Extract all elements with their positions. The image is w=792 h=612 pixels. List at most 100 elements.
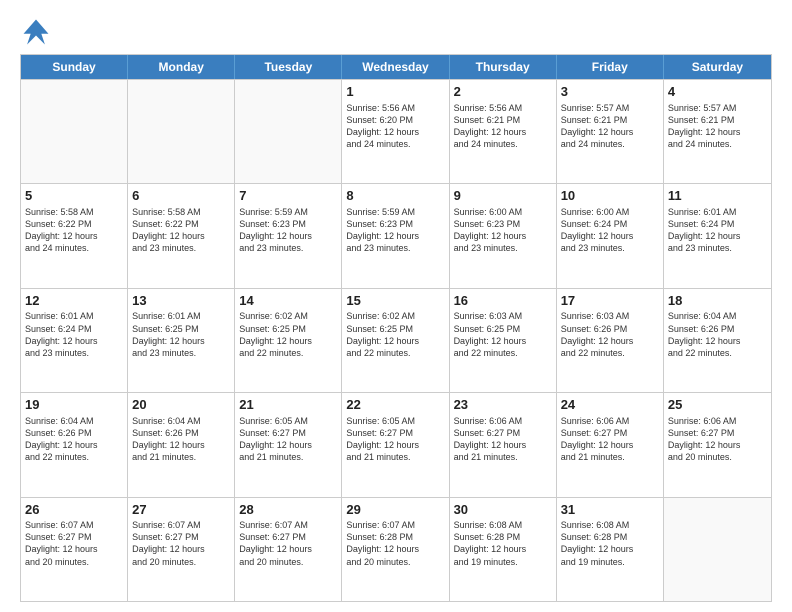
day-number: 6	[132, 187, 230, 205]
day-cell-24: 24Sunrise: 6:06 AM Sunset: 6:27 PM Dayli…	[557, 393, 664, 496]
logo-icon	[20, 16, 52, 48]
day-cell-17: 17Sunrise: 6:03 AM Sunset: 6:26 PM Dayli…	[557, 289, 664, 392]
day-info: Sunrise: 6:02 AM Sunset: 6:25 PM Dayligh…	[346, 310, 444, 359]
day-cell-25: 25Sunrise: 6:06 AM Sunset: 6:27 PM Dayli…	[664, 393, 771, 496]
day-info: Sunrise: 6:08 AM Sunset: 6:28 PM Dayligh…	[561, 519, 659, 568]
day-cell-5: 5Sunrise: 5:58 AM Sunset: 6:22 PM Daylig…	[21, 184, 128, 287]
week-row-4: 19Sunrise: 6:04 AM Sunset: 6:26 PM Dayli…	[21, 392, 771, 496]
day-info: Sunrise: 6:04 AM Sunset: 6:26 PM Dayligh…	[25, 415, 123, 464]
day-number: 29	[346, 501, 444, 519]
header-cell-friday: Friday	[557, 55, 664, 79]
day-info: Sunrise: 5:59 AM Sunset: 6:23 PM Dayligh…	[239, 206, 337, 255]
calendar-header: SundayMondayTuesdayWednesdayThursdayFrid…	[21, 55, 771, 79]
day-number: 30	[454, 501, 552, 519]
day-info: Sunrise: 6:08 AM Sunset: 6:28 PM Dayligh…	[454, 519, 552, 568]
day-cell-23: 23Sunrise: 6:06 AM Sunset: 6:27 PM Dayli…	[450, 393, 557, 496]
day-info: Sunrise: 6:07 AM Sunset: 6:27 PM Dayligh…	[239, 519, 337, 568]
header-cell-saturday: Saturday	[664, 55, 771, 79]
day-cell-19: 19Sunrise: 6:04 AM Sunset: 6:26 PM Dayli…	[21, 393, 128, 496]
header-cell-monday: Monday	[128, 55, 235, 79]
week-row-3: 12Sunrise: 6:01 AM Sunset: 6:24 PM Dayli…	[21, 288, 771, 392]
day-number: 31	[561, 501, 659, 519]
day-number: 11	[668, 187, 767, 205]
day-number: 22	[346, 396, 444, 414]
calendar-body: 1Sunrise: 5:56 AM Sunset: 6:20 PM Daylig…	[21, 79, 771, 601]
day-number: 3	[561, 83, 659, 101]
day-number: 13	[132, 292, 230, 310]
day-number: 28	[239, 501, 337, 519]
day-number: 14	[239, 292, 337, 310]
day-info: Sunrise: 5:57 AM Sunset: 6:21 PM Dayligh…	[668, 102, 767, 151]
day-number: 7	[239, 187, 337, 205]
empty-cell	[21, 80, 128, 183]
day-cell-22: 22Sunrise: 6:05 AM Sunset: 6:27 PM Dayli…	[342, 393, 449, 496]
day-number: 18	[668, 292, 767, 310]
day-info: Sunrise: 6:06 AM Sunset: 6:27 PM Dayligh…	[668, 415, 767, 464]
day-cell-7: 7Sunrise: 5:59 AM Sunset: 6:23 PM Daylig…	[235, 184, 342, 287]
day-number: 15	[346, 292, 444, 310]
day-number: 19	[25, 396, 123, 414]
day-info: Sunrise: 5:58 AM Sunset: 6:22 PM Dayligh…	[25, 206, 123, 255]
logo	[20, 16, 56, 48]
day-info: Sunrise: 6:06 AM Sunset: 6:27 PM Dayligh…	[561, 415, 659, 464]
day-cell-29: 29Sunrise: 6:07 AM Sunset: 6:28 PM Dayli…	[342, 498, 449, 601]
header-cell-thursday: Thursday	[450, 55, 557, 79]
day-number: 25	[668, 396, 767, 414]
day-number: 2	[454, 83, 552, 101]
week-row-2: 5Sunrise: 5:58 AM Sunset: 6:22 PM Daylig…	[21, 183, 771, 287]
day-cell-20: 20Sunrise: 6:04 AM Sunset: 6:26 PM Dayli…	[128, 393, 235, 496]
day-cell-8: 8Sunrise: 5:59 AM Sunset: 6:23 PM Daylig…	[342, 184, 449, 287]
empty-cell	[235, 80, 342, 183]
day-number: 26	[25, 501, 123, 519]
day-info: Sunrise: 6:00 AM Sunset: 6:24 PM Dayligh…	[561, 206, 659, 255]
day-cell-10: 10Sunrise: 6:00 AM Sunset: 6:24 PM Dayli…	[557, 184, 664, 287]
day-cell-11: 11Sunrise: 6:01 AM Sunset: 6:24 PM Dayli…	[664, 184, 771, 287]
day-info: Sunrise: 5:57 AM Sunset: 6:21 PM Dayligh…	[561, 102, 659, 151]
day-number: 23	[454, 396, 552, 414]
empty-cell	[128, 80, 235, 183]
header-cell-wednesday: Wednesday	[342, 55, 449, 79]
day-info: Sunrise: 5:58 AM Sunset: 6:22 PM Dayligh…	[132, 206, 230, 255]
day-number: 4	[668, 83, 767, 101]
day-info: Sunrise: 6:01 AM Sunset: 6:24 PM Dayligh…	[668, 206, 767, 255]
day-info: Sunrise: 6:05 AM Sunset: 6:27 PM Dayligh…	[239, 415, 337, 464]
day-cell-15: 15Sunrise: 6:02 AM Sunset: 6:25 PM Dayli…	[342, 289, 449, 392]
day-cell-1: 1Sunrise: 5:56 AM Sunset: 6:20 PM Daylig…	[342, 80, 449, 183]
day-info: Sunrise: 6:07 AM Sunset: 6:27 PM Dayligh…	[25, 519, 123, 568]
day-info: Sunrise: 6:07 AM Sunset: 6:27 PM Dayligh…	[132, 519, 230, 568]
day-number: 16	[454, 292, 552, 310]
day-cell-14: 14Sunrise: 6:02 AM Sunset: 6:25 PM Dayli…	[235, 289, 342, 392]
day-number: 1	[346, 83, 444, 101]
day-cell-13: 13Sunrise: 6:01 AM Sunset: 6:25 PM Dayli…	[128, 289, 235, 392]
day-info: Sunrise: 6:04 AM Sunset: 6:26 PM Dayligh…	[668, 310, 767, 359]
header-cell-tuesday: Tuesday	[235, 55, 342, 79]
day-number: 9	[454, 187, 552, 205]
day-number: 20	[132, 396, 230, 414]
day-info: Sunrise: 6:05 AM Sunset: 6:27 PM Dayligh…	[346, 415, 444, 464]
day-info: Sunrise: 6:00 AM Sunset: 6:23 PM Dayligh…	[454, 206, 552, 255]
day-info: Sunrise: 6:03 AM Sunset: 6:25 PM Dayligh…	[454, 310, 552, 359]
day-info: Sunrise: 5:56 AM Sunset: 6:21 PM Dayligh…	[454, 102, 552, 151]
day-cell-30: 30Sunrise: 6:08 AM Sunset: 6:28 PM Dayli…	[450, 498, 557, 601]
day-cell-28: 28Sunrise: 6:07 AM Sunset: 6:27 PM Dayli…	[235, 498, 342, 601]
day-cell-26: 26Sunrise: 6:07 AM Sunset: 6:27 PM Dayli…	[21, 498, 128, 601]
day-cell-4: 4Sunrise: 5:57 AM Sunset: 6:21 PM Daylig…	[664, 80, 771, 183]
day-info: Sunrise: 6:06 AM Sunset: 6:27 PM Dayligh…	[454, 415, 552, 464]
day-info: Sunrise: 6:04 AM Sunset: 6:26 PM Dayligh…	[132, 415, 230, 464]
day-number: 27	[132, 501, 230, 519]
day-number: 10	[561, 187, 659, 205]
calendar: SundayMondayTuesdayWednesdayThursdayFrid…	[20, 54, 772, 602]
page: SundayMondayTuesdayWednesdayThursdayFrid…	[0, 0, 792, 612]
header	[20, 16, 772, 48]
day-cell-2: 2Sunrise: 5:56 AM Sunset: 6:21 PM Daylig…	[450, 80, 557, 183]
day-cell-9: 9Sunrise: 6:00 AM Sunset: 6:23 PM Daylig…	[450, 184, 557, 287]
day-number: 5	[25, 187, 123, 205]
day-number: 8	[346, 187, 444, 205]
day-cell-31: 31Sunrise: 6:08 AM Sunset: 6:28 PM Dayli…	[557, 498, 664, 601]
day-cell-21: 21Sunrise: 6:05 AM Sunset: 6:27 PM Dayli…	[235, 393, 342, 496]
week-row-1: 1Sunrise: 5:56 AM Sunset: 6:20 PM Daylig…	[21, 79, 771, 183]
day-info: Sunrise: 6:03 AM Sunset: 6:26 PM Dayligh…	[561, 310, 659, 359]
day-cell-16: 16Sunrise: 6:03 AM Sunset: 6:25 PM Dayli…	[450, 289, 557, 392]
week-row-5: 26Sunrise: 6:07 AM Sunset: 6:27 PM Dayli…	[21, 497, 771, 601]
day-info: Sunrise: 5:59 AM Sunset: 6:23 PM Dayligh…	[346, 206, 444, 255]
